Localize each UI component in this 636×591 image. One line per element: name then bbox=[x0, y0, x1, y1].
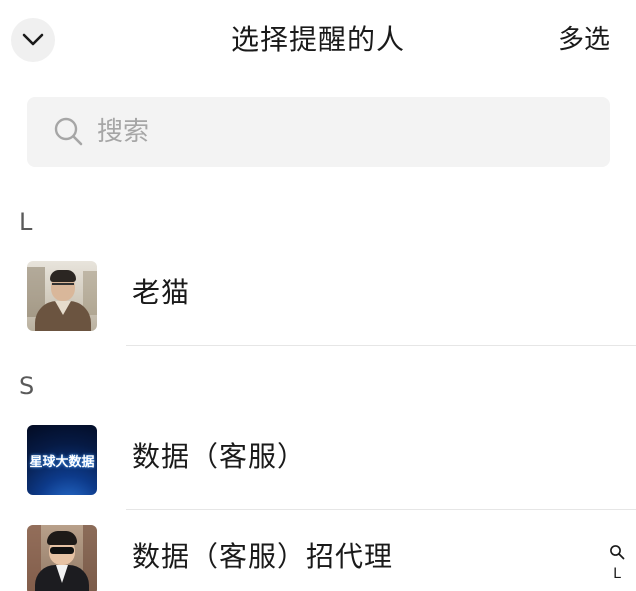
divider bbox=[126, 509, 636, 510]
avatar-logo-text: 星球大数据 bbox=[29, 454, 95, 470]
search-input[interactable] bbox=[97, 109, 577, 155]
section-header-l: L bbox=[19, 208, 33, 236]
divider bbox=[126, 345, 636, 346]
contact-row[interactable]: 数据（客服）招代理 bbox=[0, 515, 636, 591]
contact-name: 老猫 bbox=[132, 276, 191, 309]
select-mention-screen: 选择提醒的人 多选 L 老猫 S 星球大数据 数据（客服） bbox=[0, 0, 636, 591]
search-icon bbox=[54, 117, 83, 146]
search-bar[interactable] bbox=[27, 97, 610, 167]
section-header-s: S bbox=[19, 372, 35, 400]
contact-row[interactable]: 星球大数据 数据（客服） bbox=[0, 415, 636, 505]
header: 选择提醒的人 多选 bbox=[0, 0, 636, 82]
avatar: 星球大数据 bbox=[27, 425, 97, 495]
contact-name: 数据（客服）招代理 bbox=[132, 540, 394, 573]
multi-select-button[interactable]: 多选 bbox=[558, 22, 610, 58]
search-icon[interactable] bbox=[609, 544, 625, 560]
page-title: 选择提醒的人 bbox=[230, 23, 405, 56]
contact-name: 数据（客服） bbox=[132, 440, 307, 473]
index-letter-l[interactable]: L bbox=[608, 564, 626, 584]
index-bar[interactable]: L bbox=[608, 544, 626, 584]
avatar bbox=[27, 525, 97, 591]
avatar bbox=[27, 261, 97, 331]
contact-row[interactable]: 老猫 bbox=[0, 251, 636, 341]
